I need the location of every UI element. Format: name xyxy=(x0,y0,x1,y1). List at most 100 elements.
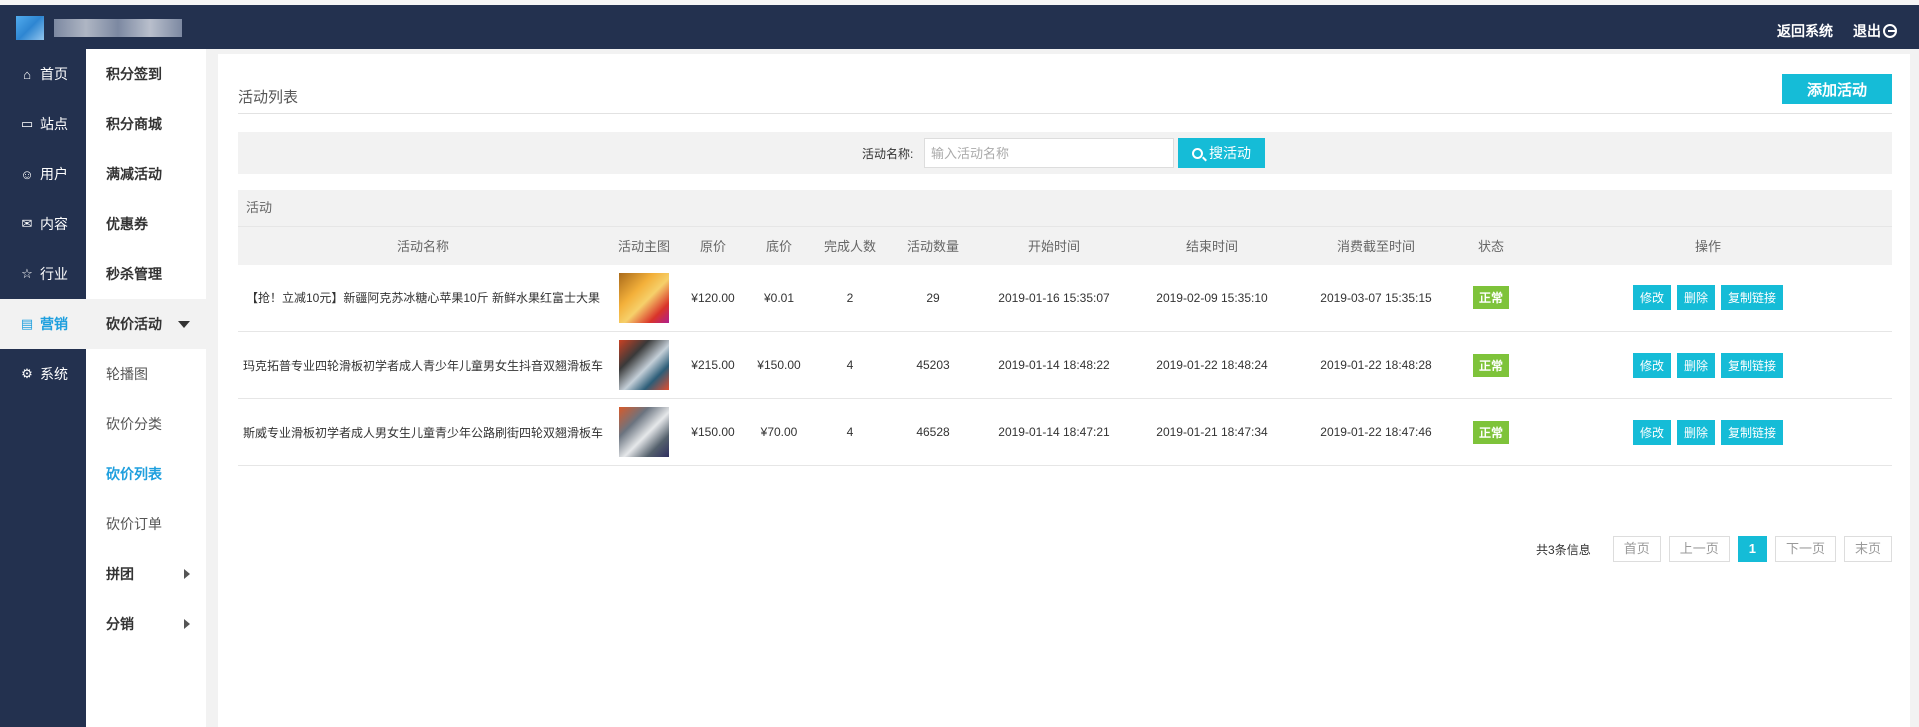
inbox-icon: ✉ xyxy=(21,216,33,231)
sidebar-item-label: 满减活动 xyxy=(106,166,162,182)
panel-header: 活动列表 添加活动 xyxy=(238,54,1892,114)
sidebar-item-carousel[interactable]: 轮播图 xyxy=(86,349,206,399)
delete-button[interactable]: 删除 xyxy=(1676,419,1715,445)
start-time: 2019-01-14 18:48:22 xyxy=(978,331,1130,399)
price: ¥215.00 xyxy=(680,331,746,399)
sidebar-item-points-signin[interactable]: 积分签到 xyxy=(86,49,206,99)
actions-cell: 修改 删除 复制链接 xyxy=(1524,398,1892,466)
nav-system-label: 系统 xyxy=(40,366,68,382)
nav-home[interactable]: ⌂ 首页 xyxy=(0,49,86,99)
activity-name: 斯威专业滑板初学者成人男女生儿童青少年公路刷街四轮双翘滑板车 xyxy=(238,398,608,466)
sidebar-item-flash-sale[interactable]: 秒杀管理 xyxy=(86,249,206,299)
col-name: 活动名称 xyxy=(238,226,608,265)
sidebar-item-label: 分销 xyxy=(106,616,134,632)
status-cell: 正常 xyxy=(1458,331,1524,399)
logo-text-blurred xyxy=(54,19,182,37)
price: ¥120.00 xyxy=(680,264,746,332)
search-label: 活动名称: xyxy=(862,147,914,161)
actions-cell: 修改 删除 复制链接 xyxy=(1524,264,1892,332)
sidebar-item-label: 砍价分类 xyxy=(106,416,162,432)
sidebar-item-label: 砍价活动 xyxy=(106,316,162,332)
last-page-button[interactable]: 末页 xyxy=(1843,536,1892,562)
product-thumbnail xyxy=(619,272,669,323)
sidebar-item-label: 砍价订单 xyxy=(106,516,162,532)
activity-name: 【抢！立减10元】新疆阿克苏冰糖心苹果10斤 新鲜水果红富士大果 xyxy=(238,264,608,332)
sidebar-item-group-buy[interactable]: 拼团 xyxy=(86,549,206,599)
delete-button[interactable]: 删除 xyxy=(1676,352,1715,378)
nav-content-label: 内容 xyxy=(40,216,68,232)
first-page-button[interactable]: 首页 xyxy=(1612,536,1661,562)
done-count: 4 xyxy=(812,398,888,466)
edit-button[interactable]: 修改 xyxy=(1632,285,1671,311)
copy-link-button[interactable]: 复制链接 xyxy=(1721,352,1784,378)
pagination-info: 共3条信息 xyxy=(1536,542,1591,557)
end-time: 2019-01-21 18:47:34 xyxy=(1130,398,1294,466)
sidebar-item-label: 优惠券 xyxy=(106,216,148,232)
activity-table: 活动名称 活动主图 原价 底价 完成人数 活动数量 开始时间 结束时间 消费截至… xyxy=(238,226,1892,466)
page-title: 活动列表 xyxy=(238,89,299,106)
table-header-row: 活动名称 活动主图 原价 底价 完成人数 活动数量 开始时间 结束时间 消费截至… xyxy=(238,226,1892,265)
logout-link[interactable]: 退出 xyxy=(1853,21,1897,41)
sidebar-item-points-mall[interactable]: 积分商城 xyxy=(86,99,206,149)
nav-site[interactable]: ▭ 站点 xyxy=(0,99,86,149)
sidebar-item-coupons[interactable]: 优惠券 xyxy=(86,199,206,249)
nav-user[interactable]: ☺ 用户 xyxy=(0,149,86,199)
sidebar-item-full-reduction[interactable]: 满减活动 xyxy=(86,149,206,199)
col-start: 开始时间 xyxy=(978,226,1130,265)
col-done: 完成人数 xyxy=(812,226,888,265)
activity-image xyxy=(608,398,680,466)
sidebar-item-bargain-category[interactable]: 砍价分类 xyxy=(86,399,206,449)
edit-button[interactable]: 修改 xyxy=(1632,352,1671,378)
done-count: 2 xyxy=(812,264,888,332)
sidebar-item-label: 积分签到 xyxy=(106,66,162,82)
deadline: 2019-01-22 18:48:28 xyxy=(1294,331,1458,399)
col-qty: 活动数量 xyxy=(888,226,978,265)
search-icon xyxy=(1192,147,1203,159)
nav-system[interactable]: ⚙ 系统 xyxy=(0,349,86,399)
prev-page-button[interactable]: 上一页 xyxy=(1668,536,1730,562)
chevron-down-icon xyxy=(178,320,190,328)
floor-price: ¥150.00 xyxy=(746,331,812,399)
quantity: 46528 xyxy=(888,398,978,466)
nav-home-label: 首页 xyxy=(40,66,68,82)
home-icon: ⌂ xyxy=(23,66,31,82)
user-icon: ☺ xyxy=(20,166,34,182)
col-actions: 操作 xyxy=(1524,226,1892,265)
logo xyxy=(16,15,186,41)
top-bar: 返回系统 退出 xyxy=(0,0,1919,49)
copy-link-button[interactable]: 复制链接 xyxy=(1721,285,1784,311)
sidebar-item-distribution[interactable]: 分销 xyxy=(86,599,206,649)
chevron-right-icon xyxy=(184,619,190,629)
col-deadline: 消费截至时间 xyxy=(1294,226,1458,265)
nav-marketing-label: 营销 xyxy=(40,316,68,332)
nav-industry[interactable]: ☆ 行业 xyxy=(0,249,86,299)
add-activity-button[interactable]: 添加活动 xyxy=(1782,74,1892,104)
back-to-system-link[interactable]: 返回系统 xyxy=(1777,21,1833,41)
main-panel: 活动列表 添加活动 活动名称: 搜活动 活动 活动名称 活动主图 原价 底价 完… xyxy=(218,54,1910,727)
start-time: 2019-01-14 18:47:21 xyxy=(978,398,1130,466)
delete-button[interactable]: 删除 xyxy=(1676,285,1715,311)
deadline: 2019-01-22 18:47:46 xyxy=(1294,398,1458,466)
sidebar-item-label: 秒杀管理 xyxy=(106,266,162,282)
current-page[interactable]: 1 xyxy=(1737,536,1767,562)
floor-price: ¥70.00 xyxy=(746,398,812,466)
col-price: 原价 xyxy=(680,226,746,265)
logo-mark xyxy=(16,16,44,40)
sidebar-item-bargain[interactable]: 砍价活动 xyxy=(86,299,206,349)
table-row: 【抢！立减10元】新疆阿克苏冰糖心苹果10斤 新鲜水果红富士大果 ¥120.00… xyxy=(238,264,1892,332)
status-badge: 正常 xyxy=(1472,420,1509,444)
nav-user-label: 用户 xyxy=(40,166,68,182)
next-page-button[interactable]: 下一页 xyxy=(1774,536,1836,562)
sidebar-item-label: 拼团 xyxy=(106,566,134,582)
sidebar-item-label: 砍价列表 xyxy=(106,466,162,482)
table-row: 玛克拓普专业四轮滑板初学者成人青少年儿童男女生抖音双翘滑板车 ¥215.00 ¥… xyxy=(238,331,1892,399)
search-button[interactable]: 搜活动 xyxy=(1178,138,1265,168)
search-input[interactable] xyxy=(924,138,1174,168)
nav-content[interactable]: ✉ 内容 xyxy=(0,199,86,249)
sidebar-item-bargain-orders[interactable]: 砍价订单 xyxy=(86,499,206,549)
sidebar-item-bargain-list[interactable]: 砍价列表 xyxy=(86,449,206,499)
edit-button[interactable]: 修改 xyxy=(1632,419,1671,445)
nav-marketing[interactable]: ▤ 营销 xyxy=(0,299,86,349)
copy-link-button[interactable]: 复制链接 xyxy=(1721,419,1784,445)
sidebar-item-label: 积分商城 xyxy=(106,116,162,132)
